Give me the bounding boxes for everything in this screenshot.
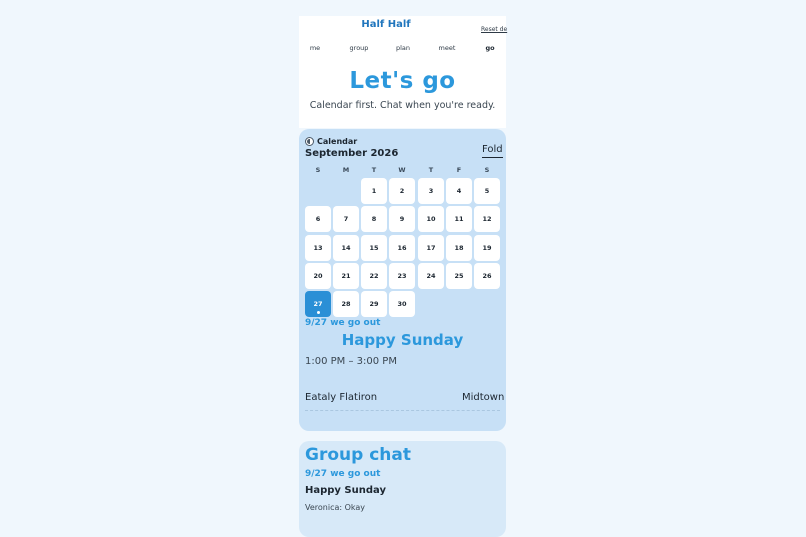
reset-link[interactable]: Reset de xyxy=(481,26,507,33)
calendar-day-number: 14 xyxy=(341,244,351,252)
calendar-day-6[interactable]: 6 xyxy=(305,206,331,232)
calendar-month: September 2026 xyxy=(305,148,399,159)
nav-tab-me[interactable]: me xyxy=(310,44,320,52)
calendar-day-1[interactable]: 1 xyxy=(361,178,387,204)
calendar-day-24[interactable]: 24 xyxy=(418,263,444,289)
weekday-label: T xyxy=(428,166,434,174)
calendar-day-4[interactable]: 4 xyxy=(446,178,472,204)
calendar-day-12[interactable]: 12 xyxy=(474,206,500,232)
calendar-day-number: 6 xyxy=(315,215,321,223)
calendar-day-8[interactable]: 8 xyxy=(361,206,387,232)
calendar-day-number: 15 xyxy=(369,244,379,252)
calendar-day-23[interactable]: 23 xyxy=(389,263,415,289)
calendar-day-number: 27 xyxy=(313,300,323,308)
chat-title: Group chat xyxy=(305,445,411,465)
calendar-day-7[interactable]: 7 xyxy=(333,206,359,232)
calendar-day-number: 11 xyxy=(454,215,464,223)
event-area: Midtown xyxy=(462,392,505,403)
calendar-day-20[interactable]: 20 xyxy=(305,263,331,289)
calendar-day-14[interactable]: 14 xyxy=(333,235,359,261)
top-bar: Half Half Reset de me group plan meet go… xyxy=(299,16,507,128)
chat-event-name: Happy Sunday xyxy=(305,485,386,496)
event-time: 1:00 PM – 3:00 PM xyxy=(305,356,397,367)
calendar-day-3[interactable]: 3 xyxy=(418,178,444,204)
calendar-day-number: 1 xyxy=(371,187,377,195)
calendar-day-17[interactable]: 17 xyxy=(418,235,444,261)
event-date-label: 9/27 we go out xyxy=(305,318,381,328)
calendar-day-10[interactable]: 10 xyxy=(418,206,444,232)
calendar-day-number: 20 xyxy=(313,272,323,280)
calendar-day-number: 30 xyxy=(397,300,407,308)
calendar-day-13[interactable]: 13 xyxy=(305,235,331,261)
calendar-day-number: 12 xyxy=(482,215,492,223)
calendar-day-number: 22 xyxy=(369,272,379,280)
calendar-day-number: 25 xyxy=(454,272,464,280)
weekday-label: T xyxy=(371,166,377,174)
calendar-day-number: 26 xyxy=(482,272,492,280)
page-title: Let's go xyxy=(349,68,456,94)
calendar-day-number: 3 xyxy=(428,187,434,195)
calendar-day-number: 18 xyxy=(454,244,464,252)
main-nav: me group plan meet go xyxy=(299,44,506,56)
page-subtitle: Calendar first. Chat when you're ready. xyxy=(309,100,496,111)
calendar-day-2[interactable]: 2 xyxy=(389,178,415,204)
calendar-day-29[interactable]: 29 xyxy=(361,291,387,317)
event-dot-icon xyxy=(317,311,320,314)
calendar-day-number: 17 xyxy=(426,244,436,252)
weekday-label: W xyxy=(398,166,406,174)
event-title[interactable]: Happy Sunday xyxy=(299,331,506,349)
nav-tab-group[interactable]: group xyxy=(350,44,369,52)
calendar-day-number: 10 xyxy=(426,215,436,223)
calendar-day-number: 13 xyxy=(313,244,323,252)
nav-tab-meet[interactable]: meet xyxy=(439,44,456,52)
clock-icon xyxy=(305,137,314,146)
calendar-day-28[interactable]: 28 xyxy=(333,291,359,317)
calendar-day-26[interactable]: 26 xyxy=(474,263,500,289)
event-place: Eataly Flatiron xyxy=(305,392,378,403)
fold-button[interactable]: Fold xyxy=(482,144,503,158)
calendar-day-number: 21 xyxy=(341,272,351,280)
calendar-day-18[interactable]: 18 xyxy=(446,235,472,261)
weekday-label: S xyxy=(484,166,490,174)
calendar-day-5[interactable]: 5 xyxy=(474,178,500,204)
calendar-day-number: 23 xyxy=(397,272,407,280)
calendar-day-number: 29 xyxy=(369,300,379,308)
calendar-day-15[interactable]: 15 xyxy=(361,235,387,261)
calendar-day-number: 8 xyxy=(371,215,377,223)
weekday-label: M xyxy=(342,166,350,174)
calendar-day-number: 9 xyxy=(399,215,405,223)
calendar-day-number: 5 xyxy=(484,187,490,195)
brand-logo: Half Half xyxy=(361,19,411,30)
divider xyxy=(305,410,500,411)
calendar-day-21[interactable]: 21 xyxy=(333,263,359,289)
calendar-day-number: 28 xyxy=(341,300,351,308)
weekday-label: S xyxy=(315,166,321,174)
calendar-day-22[interactable]: 22 xyxy=(361,263,387,289)
nav-tab-go[interactable]: go xyxy=(485,44,494,52)
calendar-label: Calendar xyxy=(317,137,358,146)
calendar-day-number: 4 xyxy=(456,187,462,195)
calendar-day-9[interactable]: 9 xyxy=(389,206,415,232)
chat-event-date: 9/27 we go out xyxy=(305,469,381,479)
nav-tab-plan[interactable]: plan xyxy=(396,44,410,52)
group-chat-card[interactable]: Group chat 9/27 we go out Happy Sunday V… xyxy=(299,441,506,537)
calendar-day-number: 16 xyxy=(397,244,407,252)
calendar-day-number: 7 xyxy=(343,215,349,223)
calendar-day-19[interactable]: 19 xyxy=(474,235,500,261)
calendar-day-number: 19 xyxy=(482,244,492,252)
calendar-day-30[interactable]: 30 xyxy=(389,291,415,317)
calendar-card: Calendar September 2026 Fold SMTWTFS 123… xyxy=(299,129,506,431)
app-screen: Half Half Reset de me group plan meet go… xyxy=(299,16,507,537)
calendar-day-27[interactable]: 27 xyxy=(305,291,331,317)
calendar-day-number: 2 xyxy=(399,187,405,195)
calendar-day-16[interactable]: 16 xyxy=(389,235,415,261)
calendar-day-11[interactable]: 11 xyxy=(446,206,472,232)
calendar-day-number: 24 xyxy=(426,272,436,280)
calendar-day-25[interactable]: 25 xyxy=(446,263,472,289)
chat-last-message: Veronica: Okay xyxy=(305,503,366,512)
weekday-label: F xyxy=(456,166,462,174)
